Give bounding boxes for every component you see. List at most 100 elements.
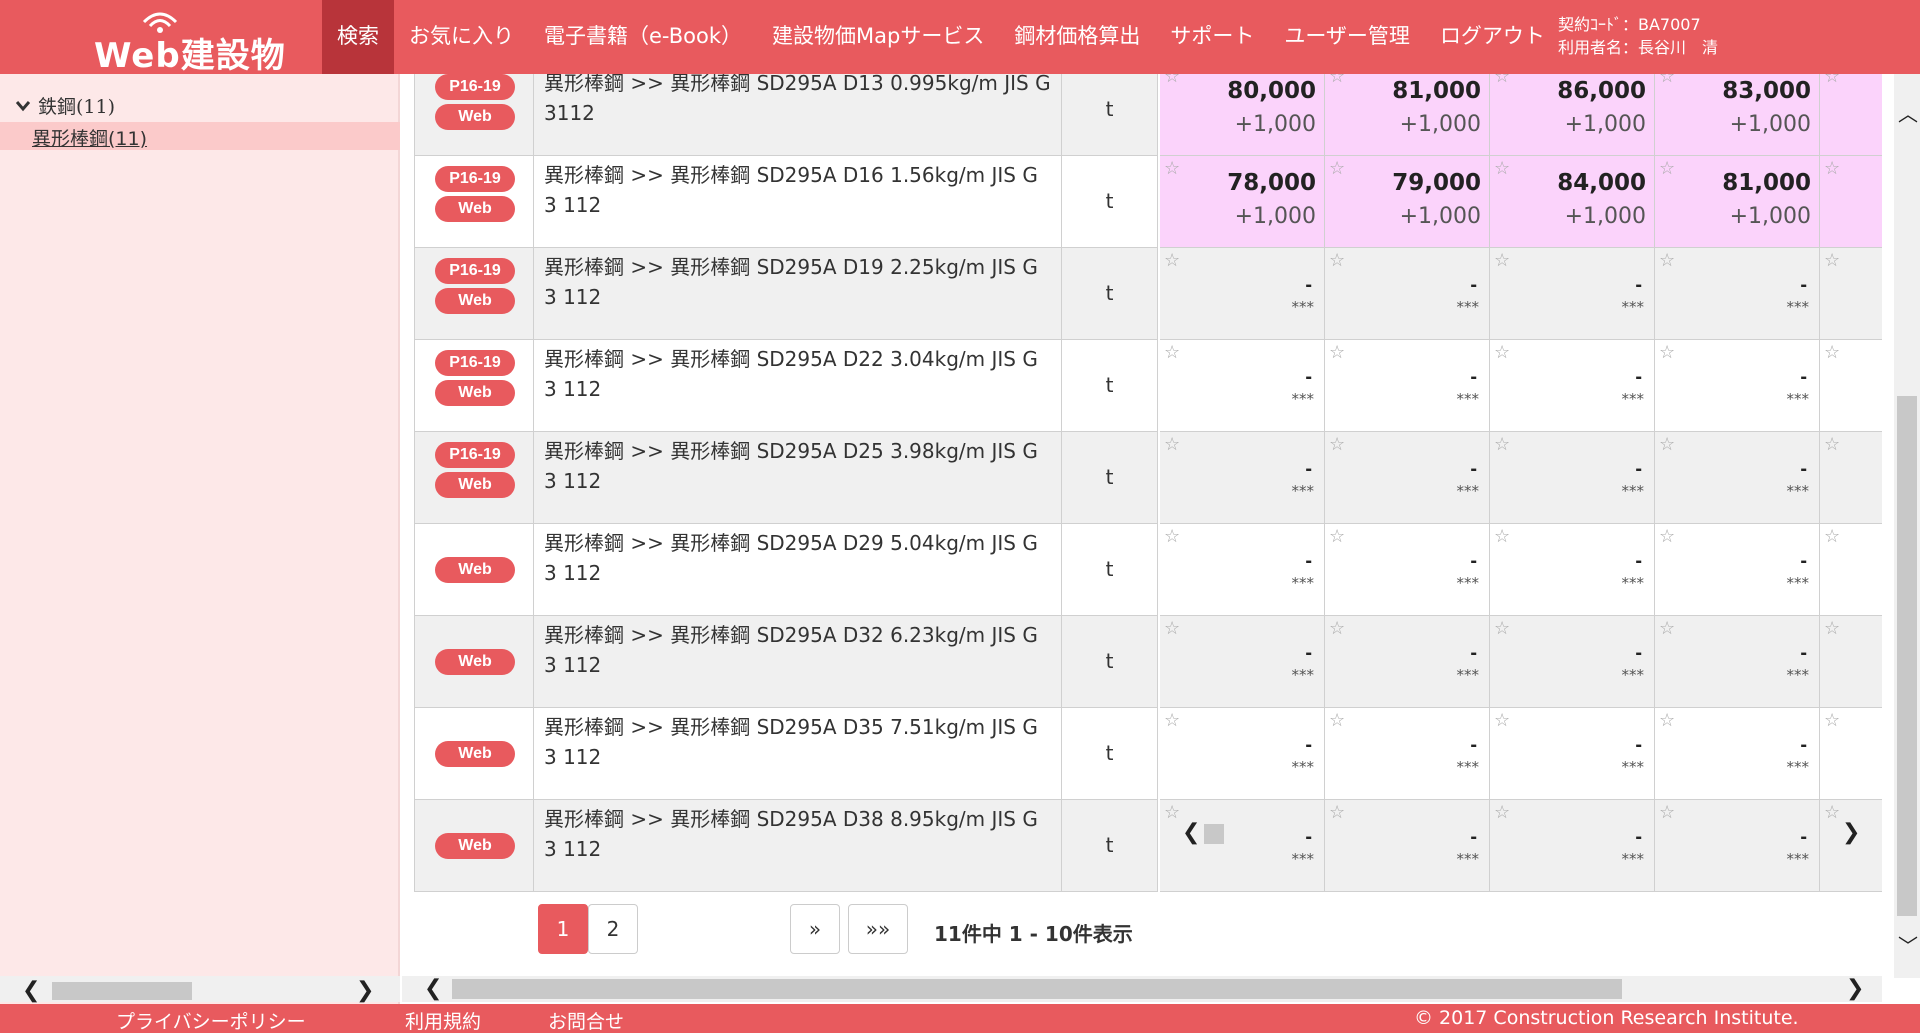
favorite-star-icon[interactable]: ☆ [1164, 526, 1180, 547]
favorite-star-icon[interactable]: ☆ [1494, 434, 1510, 455]
scroll-up-icon[interactable]: ︿ [1898, 98, 1918, 127]
price-cell: ☆ 81,000 +1,000 [1325, 74, 1490, 156]
web-badge[interactable]: Web [435, 557, 515, 583]
favorite-star-icon[interactable]: ☆ [1164, 434, 1180, 455]
favorite-star-icon[interactable]: ☆ [1659, 434, 1675, 455]
price-cell: ☆ - *** [1655, 616, 1820, 708]
scroll-left-icon[interactable]: ❮ [1182, 820, 1200, 845]
favorite-star-icon[interactable]: ☆ [1494, 342, 1510, 363]
favorite-star-icon[interactable]: ☆ [1164, 74, 1180, 87]
nav-item-2[interactable]: 電子書籍（e-Book） [529, 0, 757, 74]
item-name-cell: 異形棒鋼 >> 異形棒鋼 SD295A D38 8.95kg/m JIS G 3… [534, 800, 1062, 892]
price-note: *** [1786, 850, 1810, 868]
favorite-star-icon[interactable]: ☆ [1329, 434, 1345, 455]
nav-item-6[interactable]: ユーザー管理 [1269, 0, 1425, 74]
vertical-scrollbar[interactable]: ︿ ﹀ [1894, 74, 1920, 978]
favorite-star-icon[interactable]: ☆ [1824, 74, 1840, 87]
terms-link[interactable]: 利用規約 [405, 1007, 481, 1034]
favorite-star-icon[interactable]: ☆ [1659, 250, 1675, 271]
scroll-right-icon[interactable]: ❯ [1846, 976, 1864, 1001]
favorite-star-icon[interactable]: ☆ [1164, 618, 1180, 639]
sidebar-horizontal-scrollbar[interactable]: ❮ ❯ [0, 976, 400, 1003]
favorite-star-icon[interactable]: ☆ [1329, 74, 1345, 87]
favorite-star-icon[interactable]: ☆ [1329, 158, 1345, 179]
favorite-star-icon[interactable]: ☆ [1824, 526, 1840, 547]
favorite-star-icon[interactable]: ☆ [1494, 250, 1510, 271]
nav-item-4[interactable]: 鋼材価格算出 [999, 0, 1155, 74]
page-1-button[interactable]: 1 [538, 904, 588, 954]
last-page-button[interactable]: »» [848, 904, 908, 954]
favorite-star-icon[interactable]: ☆ [1164, 158, 1180, 179]
favorite-star-icon[interactable]: ☆ [1164, 342, 1180, 363]
web-badge[interactable]: Web [435, 196, 515, 222]
web-badge[interactable]: Web [435, 649, 515, 675]
web-badge[interactable]: Web [435, 104, 515, 130]
favorite-star-icon[interactable]: ☆ [1164, 250, 1180, 271]
favorite-star-icon[interactable]: ☆ [1329, 526, 1345, 547]
scroll-right-icon[interactable]: ❯ [356, 978, 374, 1003]
favorite-star-icon[interactable]: ☆ [1329, 618, 1345, 639]
web-kensetsu-bukka-logo[interactable]: Web建設物価 [90, 8, 310, 125]
next-page-button[interactable]: » [790, 904, 840, 954]
scroll-left-icon[interactable]: ❮ [22, 978, 40, 1003]
favorite-star-icon[interactable]: ☆ [1494, 526, 1510, 547]
scrollbar-thumb[interactable] [1204, 824, 1224, 844]
favorite-star-icon[interactable]: ☆ [1329, 710, 1345, 731]
favorite-star-icon[interactable]: ☆ [1659, 710, 1675, 731]
favorite-star-icon[interactable]: ☆ [1659, 74, 1675, 87]
tree-node-ikei-bokou[interactable]: 異形棒鋼(11) [0, 122, 400, 150]
tree-node-tekko[interactable]: 鉄鋼(11) [16, 92, 115, 119]
contact-link[interactable]: お問合せ [548, 1007, 624, 1034]
price-change: +1,000 [1564, 112, 1646, 137]
scroll-left-icon[interactable]: ❮ [424, 976, 442, 1001]
favorite-star-icon[interactable]: ☆ [1494, 74, 1510, 87]
favorite-star-icon[interactable]: ☆ [1824, 618, 1840, 639]
nav-item-7[interactable]: ログアウト [1425, 0, 1560, 74]
favorite-star-icon[interactable]: ☆ [1494, 618, 1510, 639]
favorite-star-icon[interactable]: ☆ [1824, 342, 1840, 363]
favorite-star-icon[interactable]: ☆ [1824, 250, 1840, 271]
favorite-star-icon[interactable]: ☆ [1824, 710, 1840, 731]
item-name-cell: 異形棒鋼 >> 異形棒鋼 SD295A D25 3.98kg/m JIS G 3… [534, 432, 1062, 524]
main-horizontal-scrollbar[interactable]: ❮ ❯ [402, 976, 1882, 1002]
favorite-star-icon[interactable]: ☆ [1824, 434, 1840, 455]
page-ref-badge[interactable]: P16-19 [435, 442, 515, 468]
nav-item-5[interactable]: サポート [1155, 0, 1269, 74]
web-badge[interactable]: Web [435, 380, 515, 406]
web-badge[interactable]: Web [435, 741, 515, 767]
scrollbar-thumb[interactable] [52, 982, 192, 1000]
page-2-button[interactable]: 2 [588, 904, 638, 954]
nav-item-0[interactable]: 検索 [322, 0, 394, 74]
page-ref-badge[interactable]: P16-19 [435, 166, 515, 192]
favorite-star-icon[interactable]: ☆ [1164, 710, 1180, 731]
favorite-star-icon[interactable]: ☆ [1329, 342, 1345, 363]
web-badge[interactable]: Web [435, 472, 515, 498]
scrollbar-thumb[interactable] [452, 979, 1622, 999]
scrollbar-thumb[interactable] [1897, 396, 1917, 916]
price-horizontal-scrollbar[interactable]: ❮ ❯ [1158, 820, 1882, 846]
nav-item-1[interactable]: お気に入り [394, 0, 529, 74]
favorite-star-icon[interactable]: ☆ [1494, 710, 1510, 731]
favorite-star-icon[interactable]: ☆ [1659, 526, 1675, 547]
web-badge[interactable]: Web [435, 288, 515, 314]
category-tree: 鉄鋼(11) 異形棒鋼(11) [0, 92, 400, 150]
scroll-right-icon[interactable]: ❯ [1842, 820, 1860, 845]
favorite-star-icon[interactable]: ☆ [1494, 158, 1510, 179]
favorite-star-icon[interactable]: ☆ [1329, 250, 1345, 271]
source-tags-cell: P16-19 Web [414, 340, 534, 432]
favorite-star-icon[interactable]: ☆ [1659, 618, 1675, 639]
favorite-star-icon[interactable]: ☆ [1824, 158, 1840, 179]
web-badge[interactable]: Web [435, 833, 515, 859]
page-ref-badge[interactable]: P16-19 [435, 258, 515, 284]
price-cell: ☆ - *** [1325, 800, 1490, 892]
scroll-down-icon[interactable]: ﹀ [1898, 930, 1918, 959]
price-value: 83,000 [1722, 78, 1811, 104]
page-ref-badge[interactable]: P16-19 [435, 350, 515, 376]
nav-item-3[interactable]: 建設物価Mapサービス [757, 0, 999, 74]
price-change: +1,000 [1234, 112, 1316, 137]
page-ref-badge[interactable]: P16-19 [435, 74, 515, 100]
price-note: *** [1291, 390, 1315, 408]
favorite-star-icon[interactable]: ☆ [1659, 342, 1675, 363]
privacy-policy-link[interactable]: プライバシーポリシー [116, 1007, 306, 1034]
favorite-star-icon[interactable]: ☆ [1659, 158, 1675, 179]
